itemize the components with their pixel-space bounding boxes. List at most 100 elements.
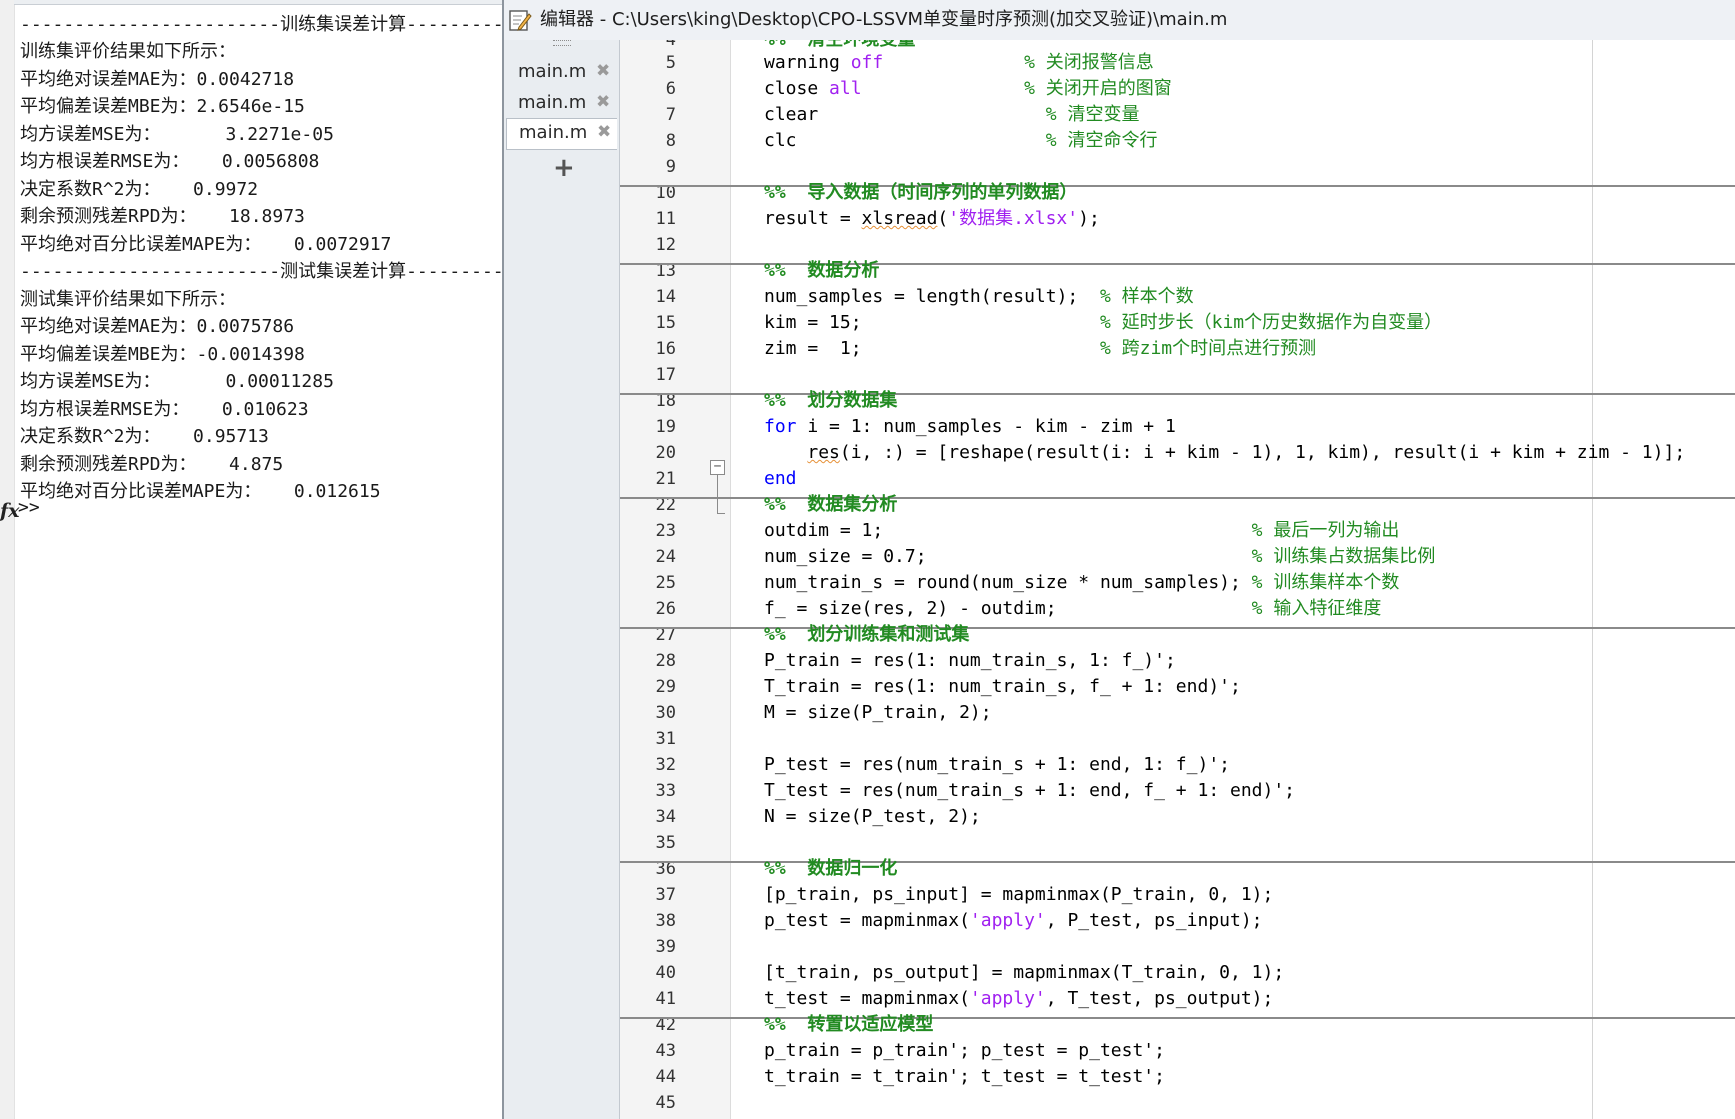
editor-title: 编辑器 - C:\Users\king\Desktop\CPO-LSSVM单变量… (540, 9, 1228, 30)
code-line-40[interactable]: [t_train, ps_output] = mapminmax(T_train… (764, 960, 1284, 986)
tab-main-m-2[interactable]: main.m ✖ (506, 89, 614, 119)
line-number: 45 (655, 1093, 676, 1113)
line-number: 29 (655, 677, 676, 697)
code-line-22[interactable]: %% 数据集分析 (764, 492, 897, 518)
code-line-43[interactable]: %% 转置以适应模型 (764, 1012, 933, 1038)
code-line-44[interactable]: p_train = p_train'; p_test = p_test'; (764, 1038, 1165, 1064)
code-token: i = 1: num_samples - kim - zim + 1 (796, 416, 1176, 437)
line-number: 8 (665, 131, 676, 151)
code-line-8[interactable]: clc % 清空命令行 (764, 128, 1157, 154)
editor-titlebar[interactable]: 编辑器 - C:\Users\king\Desktop\CPO-LSSVM单变量… (504, 0, 1735, 41)
code-token: num_samples = length(result); (764, 286, 1100, 307)
code-comment: % 关闭开启的图窗 (1024, 78, 1172, 99)
code-comment: % 训练集占数据集比例 (1251, 546, 1436, 567)
code-line-41[interactable]: t_test = mapminmax('apply', T_test, ps_o… (764, 986, 1273, 1012)
code-token: result = (764, 208, 862, 229)
line-number: 43 (655, 1041, 676, 1061)
line-number: 42 (655, 1015, 676, 1035)
code-line-5[interactable]: warning off % 关闭报警信息 (764, 50, 1154, 76)
code-line-19[interactable]: for i = 1: num_samples - kim - zim + 1 (764, 414, 1176, 440)
code-token-warning: res (807, 442, 840, 463)
tab-strip-grip[interactable] (553, 40, 571, 46)
code-line-38[interactable]: p_test = mapminmax('apply', P_test, ps_i… (764, 908, 1263, 934)
line-number: 22 (655, 495, 676, 515)
line-number: 12 (655, 235, 676, 255)
code-fold-toggle[interactable]: − (710, 460, 725, 475)
code-line-11[interactable]: result = xlsread('数据集.xlsx'); (764, 206, 1100, 232)
edit-pencil-icon (509, 10, 532, 31)
close-icon[interactable]: ✖ (597, 122, 611, 142)
code-line-26[interactable]: f_ = size(res, 2) - outdim; % 输入特征维度 (764, 596, 1381, 622)
output-line: 平均绝对百分比误差MAPE为： 0.0072917 (20, 234, 392, 255)
code-token: kim = 15; (764, 312, 1100, 333)
code-line-28[interactable]: P_train = res(1: num_train_s, 1: f_)'; (764, 648, 1176, 674)
new-tab-button[interactable]: + (553, 153, 575, 183)
code-comment: % 训练集样本个数 (1251, 572, 1400, 593)
code-comment: % 样本个数 (1099, 286, 1194, 307)
code-editor[interactable]: 4 5 6 7 8 9 10 11 12 13 14 15 16 17 18 1… (620, 40, 1735, 1119)
command-window-header-strip (14, 0, 502, 5)
tab-main-m-active[interactable]: main.m ✖ (506, 118, 617, 150)
code-comment: % 清空变量 (1045, 104, 1140, 125)
code-token-warning: xlsread (861, 208, 938, 229)
code-line-6[interactable]: close all % 关闭开启的图窗 (764, 76, 1172, 102)
code-string: 'apply' (969, 910, 1046, 931)
line-number: 23 (655, 521, 676, 541)
code-line-37[interactable]: [p_train, ps_input] = mapminmax(P_train,… (764, 882, 1273, 908)
tab-main-m-1[interactable]: main.m ✖ (506, 58, 614, 88)
code-line-20[interactable]: res(i, :) = [reshape(result(i: i + kim -… (764, 440, 1685, 466)
line-number: 25 (655, 573, 676, 593)
code-line-36[interactable]: %% 数据归一化 (764, 856, 897, 882)
code-line-25[interactable]: num_train_s = round(num_size * num_sampl… (764, 570, 1399, 596)
code-line-34[interactable]: N = size(P_test, 2); (764, 804, 981, 830)
command-window[interactable]: ------------------------训练集误差计算---------… (0, 0, 502, 1119)
code-line-29[interactable]: T_train = res(1: num_train_s, f_ + 1: en… (764, 674, 1241, 700)
code-line-32[interactable]: P_test = res(num_train_s + 1: end, 1: f_… (764, 752, 1230, 778)
code-line-10[interactable]: %% 导入数据（时间序列的单列数据） (764, 180, 1077, 206)
right-margin-line (1592, 40, 1593, 1119)
code-token: zim = 1; (764, 338, 1100, 359)
output-line: 均方误差MSE为： 0.00011285 (20, 371, 334, 392)
line-number: 35 (655, 833, 676, 853)
command-prompt[interactable]: >> (18, 497, 40, 518)
output-line: 均方根误差RMSE为： 0.0056808 (20, 151, 320, 172)
code-line-16[interactable]: zim = 1; % 跨zim个时间点进行预测 (764, 336, 1316, 362)
code-line-15[interactable]: kim = 15; % 延时步长（kim个历史数据作为自变量） (764, 310, 1442, 336)
code-line-24[interactable]: num_size = 0.7; % 训练集占数据集比例 (764, 544, 1435, 570)
output-line: 决定系数R^2为： 0.9972 (20, 179, 259, 200)
code-line-30[interactable]: M = size(P_train, 2); (764, 700, 992, 726)
line-number: 21 (655, 469, 676, 489)
tab-label: main.m (518, 92, 587, 113)
code-token: clear (764, 104, 1046, 125)
code-line-14[interactable]: num_samples = length(result); % 样本个数 (764, 284, 1194, 310)
output-line: 平均绝对误差MAE为：0.0042718 (20, 69, 295, 90)
close-icon[interactable]: ✖ (596, 92, 610, 112)
code-line-21[interactable]: end (764, 466, 797, 492)
fx-icon[interactable]: fx (0, 500, 20, 522)
line-number: 44 (655, 1067, 676, 1087)
output-line: 剩余预测残差RPD为： 18.8973 (20, 206, 305, 227)
output-line: 平均绝对误差MAE为：0.0075786 (20, 316, 295, 337)
file-tab-strip: main.m ✖ main.m ✖ main.m ✖ + (504, 40, 620, 1119)
line-number: 16 (655, 339, 676, 359)
code-line-18[interactable]: %% 划分数据集 (764, 388, 897, 414)
code-token: f_ = size(res, 2) - outdim; (764, 598, 1252, 619)
line-number: 38 (655, 911, 676, 931)
output-line: 平均绝对百分比误差MAPE为： 0.012615 (20, 481, 381, 502)
code-token: clc (764, 130, 1046, 151)
code-token: warning (764, 52, 851, 73)
code-line-7[interactable]: clear % 清空变量 (764, 102, 1139, 128)
code-comment: % 清空命令行 (1045, 130, 1158, 151)
code-token: num_train_s = round(num_size * num_sampl… (764, 572, 1252, 593)
code-line-23[interactable]: outdim = 1; % 最后一列为输出 (764, 518, 1399, 544)
line-number: 11 (655, 209, 676, 229)
code-token: outdim = 1; (764, 520, 1252, 541)
code-line-13[interactable]: %% 数据分析 (764, 258, 879, 284)
code-line-33[interactable]: T_test = res(num_train_s + 1: end, f_ + … (764, 778, 1295, 804)
code-line-45[interactable]: t_train = t_train'; t_test = t_test'; (764, 1064, 1165, 1090)
close-icon[interactable]: ✖ (596, 61, 610, 81)
code-line-27[interactable]: %% 划分训练集和测试集 (764, 622, 969, 648)
code-token: all (829, 78, 862, 99)
tab-label: main.m (519, 122, 588, 143)
